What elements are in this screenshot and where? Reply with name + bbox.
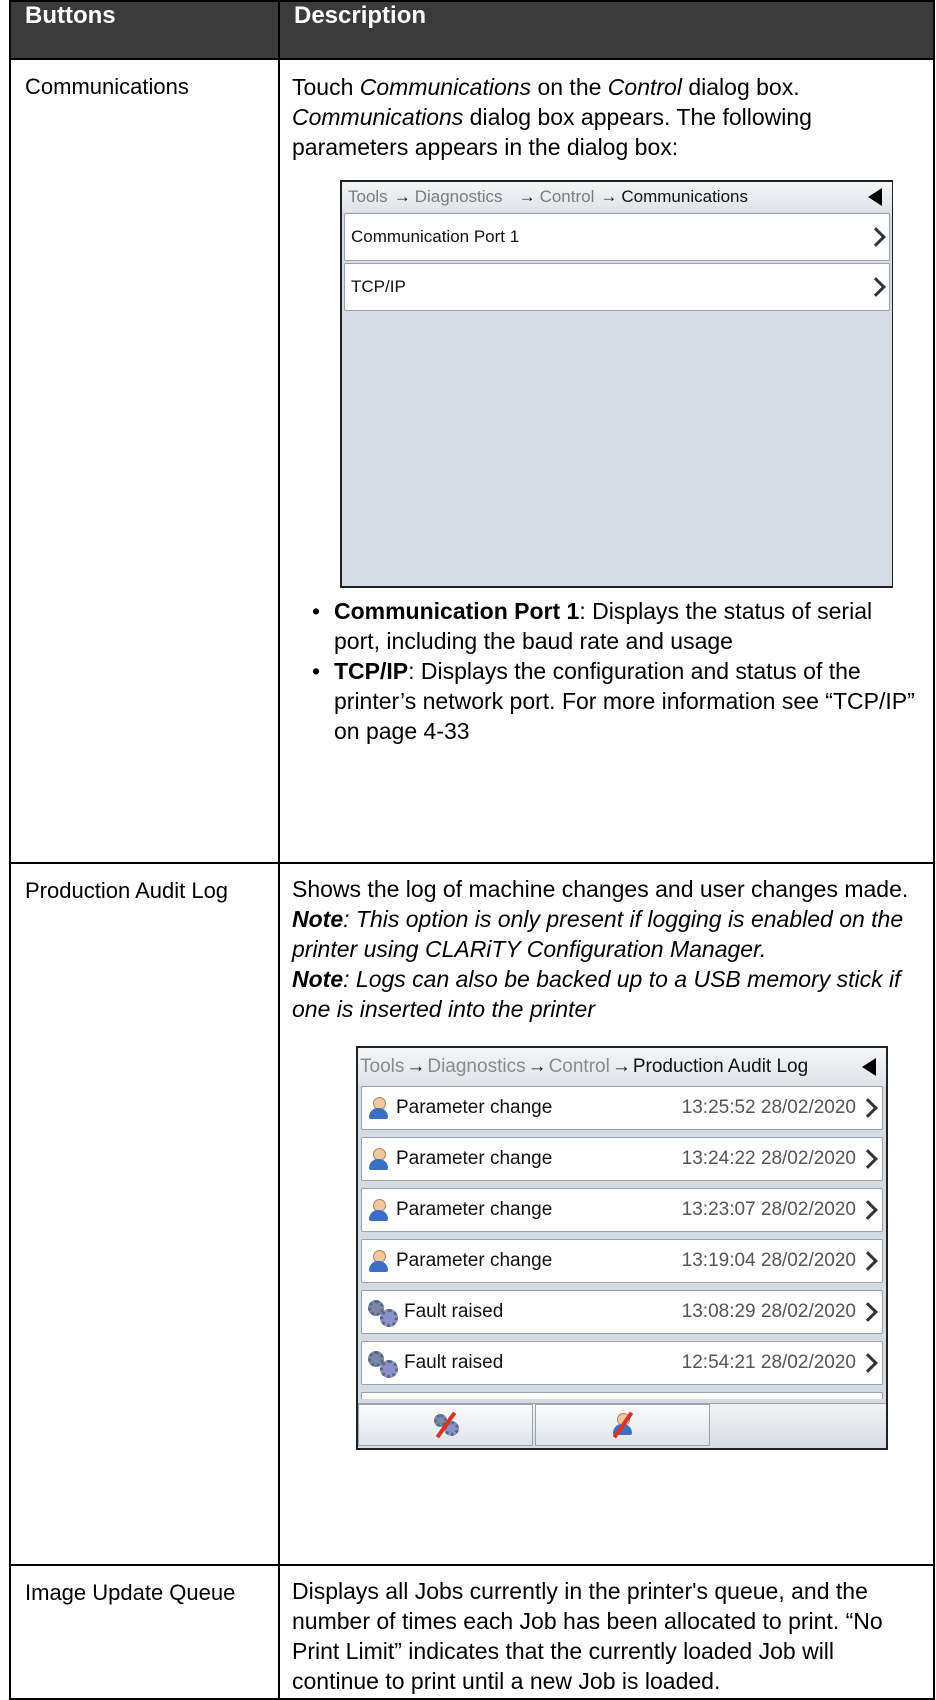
arrow-right-icon: →: [600, 187, 618, 206]
description-text: Displays all Jobs currently in the print…: [292, 1578, 883, 1694]
crumb-tools[interactable]: Tools: [360, 1052, 404, 1082]
description-text: Shows the log of machine changes and use…: [292, 876, 909, 902]
description-text: Touch Communications on the Control dial…: [292, 74, 812, 160]
filter-faults-icon: [432, 1411, 460, 1439]
crumb-current: Communications: [621, 187, 748, 206]
user-icon: [368, 1147, 390, 1171]
gears-icon: [368, 1351, 398, 1378]
table-row: Image Update Queue Displays all Jobs cur…: [9, 1564, 935, 1700]
list-item-communication-port-1[interactable]: Communication Port 1: [344, 213, 890, 261]
button-name: Communications: [25, 74, 189, 99]
button-name-cell: Production Audit Log: [9, 862, 280, 1566]
log-entry[interactable]: Parameter change 13:25:52 28/02/2020: [361, 1086, 883, 1130]
log-entry-time: 13:23:07 28/02/2020: [681, 1199, 856, 1220]
note: Note: This option is only present if log…: [292, 906, 904, 962]
note: Note: Logs can also be backed up to a US…: [292, 966, 901, 1022]
table-row: Production Audit Log Shows the log of ma…: [9, 862, 935, 1566]
log-entry[interactable]: Fault raised 13:08:29 28/02/2020: [361, 1290, 883, 1334]
arrow-right-icon: →: [611, 1056, 631, 1077]
list-item: TCP/IP: Displays the configuration and s…: [312, 656, 921, 746]
crumb-diagnostics[interactable]: Diagnostics: [427, 1052, 525, 1082]
list-item-label: Communication Port 1: [351, 227, 520, 246]
chevron-right-icon: [858, 1302, 878, 1322]
table-header-row: Buttons Description: [9, 0, 935, 60]
breadcrumb: Tools → Diagnostics → Control → Producti…: [358, 1048, 886, 1086]
chevron-right-icon: [858, 1353, 878, 1373]
table-row: Communications Touch Communications on t…: [9, 58, 935, 864]
button-name-cell: Image Update Queue: [9, 1564, 280, 1700]
log-toolbar: [358, 1403, 886, 1448]
header-description: Description: [278, 0, 935, 60]
arrow-right-icon: →: [518, 187, 536, 206]
log-entry-time: 13:25:52 28/02/2020: [681, 1097, 856, 1118]
back-triangle-icon[interactable]: [862, 1058, 876, 1076]
log-entry-label: Parameter change: [396, 1148, 553, 1169]
log-entry[interactable]: Parameter change 13:23:07 28/02/2020: [361, 1188, 883, 1232]
log-entry-label: Fault raised: [404, 1352, 504, 1373]
log-entry-time: 13:08:29 28/02/2020: [681, 1301, 856, 1322]
log-entry-label: Fault raised: [404, 1301, 504, 1322]
log-entry[interactable]: Fault raised 12:54:21 28/02/2020: [361, 1341, 883, 1385]
crumb-control[interactable]: Control: [549, 1052, 610, 1082]
log-entry-time: 13:24:22 28/02/2020: [681, 1148, 856, 1169]
button-name: Production Audit Log: [25, 878, 229, 903]
crumb-tools[interactable]: Tools: [348, 182, 388, 212]
chevron-right-icon: [858, 1251, 878, 1271]
parameter-list: Communication Port 1: Displays the statu…: [292, 596, 921, 746]
arrow-right-icon: →: [527, 1056, 547, 1077]
list-item: Communication Port 1: Displays the statu…: [312, 596, 921, 656]
log-entry[interactable]: Parameter change 13:19:04 28/02/2020: [361, 1239, 883, 1283]
description-cell: Shows the log of machine changes and use…: [278, 862, 935, 1566]
log-entry-partial: [361, 1392, 883, 1399]
chevron-right-icon: [866, 277, 886, 297]
log-entry-label: Parameter change: [396, 1097, 553, 1118]
header-buttons: Buttons: [9, 0, 280, 60]
document-page: Buttons Description Communications Touch…: [9, 0, 935, 1700]
arrow-right-icon: →: [393, 187, 411, 206]
log-entry-time: 12:54:21 28/02/2020: [681, 1352, 856, 1373]
log-entry-label: Parameter change: [396, 1250, 553, 1271]
user-icon: [368, 1249, 390, 1273]
log-entry-time: 13:19:04 28/02/2020: [681, 1250, 856, 1271]
gears-icon: [368, 1300, 398, 1327]
chevron-right-icon: [866, 227, 886, 247]
log-entry[interactable]: Parameter change 13:24:22 28/02/2020: [361, 1137, 883, 1181]
filter-user-button[interactable]: [535, 1404, 710, 1446]
buttons-table: Buttons Description Communications Touch…: [9, 0, 935, 1700]
chevron-right-icon: [858, 1098, 878, 1118]
crumb-diagnostics[interactable]: Diagnostics: [415, 182, 503, 212]
description-cell: Touch Communications on the Control dial…: [278, 58, 935, 864]
audit-log-screenshot: Tools → Diagnostics → Control → Producti…: [356, 1046, 888, 1450]
crumb-control[interactable]: Control: [540, 182, 595, 212]
arrow-right-icon: →: [406, 1056, 426, 1077]
chevron-right-icon: [858, 1149, 878, 1169]
button-name-cell: Communications: [9, 58, 280, 864]
list-item-label: TCP/IP: [351, 277, 406, 296]
description-cell: Displays all Jobs currently in the print…: [278, 1564, 935, 1700]
list-item-tcp-ip[interactable]: TCP/IP: [344, 263, 890, 311]
breadcrumb: Tools → Diagnostics → Control → Communic…: [342, 182, 892, 212]
log-entry-label: Parameter change: [396, 1199, 553, 1220]
user-icon: [368, 1198, 390, 1222]
chevron-right-icon: [858, 1200, 878, 1220]
filter-user-icon: [612, 1411, 634, 1439]
communications-screenshot: Tools → Diagnostics → Control → Communic…: [340, 180, 893, 588]
back-triangle-icon[interactable]: [868, 188, 882, 206]
user-icon: [368, 1096, 390, 1120]
crumb-current: Production Audit Log: [632, 1056, 809, 1077]
filter-faults-button[interactable]: [358, 1404, 533, 1446]
button-name: Image Update Queue: [25, 1580, 236, 1605]
